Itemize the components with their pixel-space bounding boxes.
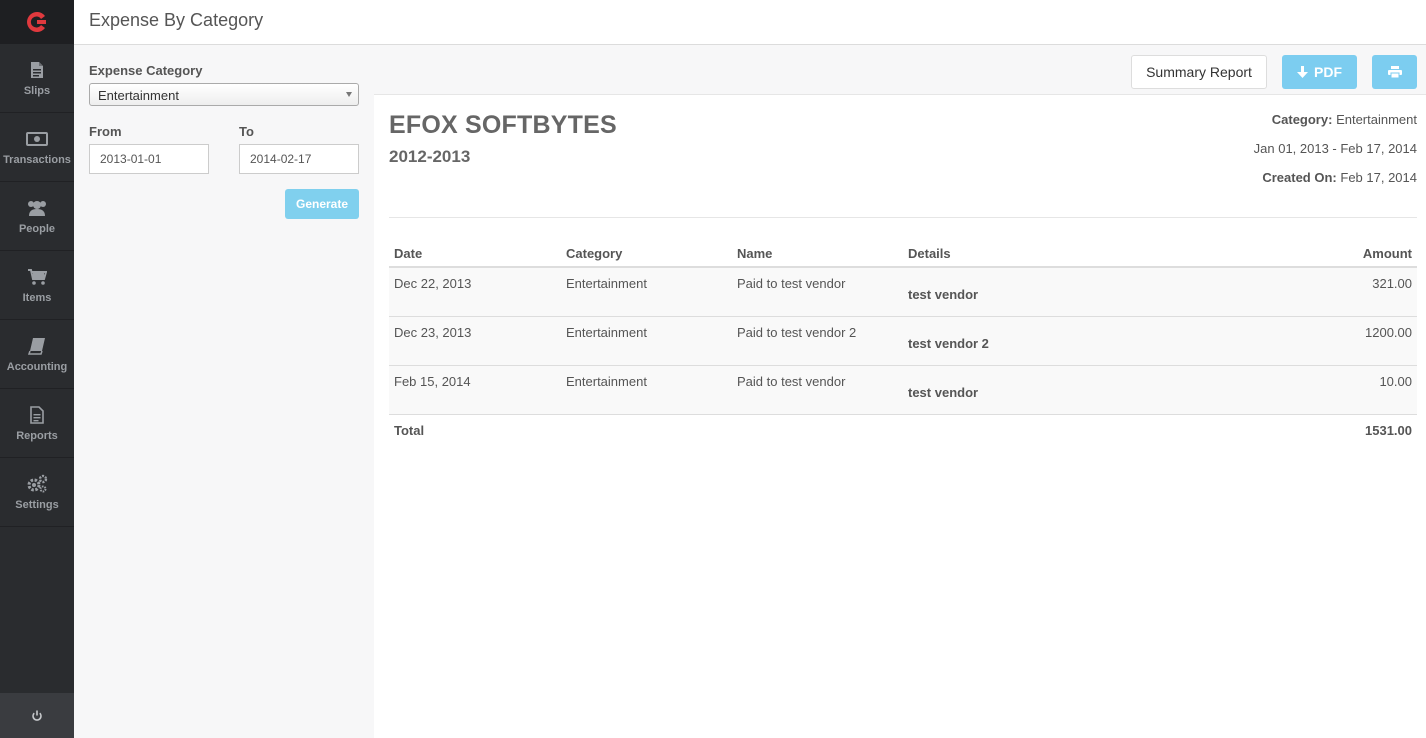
page-header: Expense By Category	[74, 0, 1426, 45]
empty-cell	[732, 414, 903, 444]
cell-category: Entertainment	[561, 316, 732, 366]
generate-button[interactable]: Generate	[285, 189, 359, 219]
report-body: EFOX SOFTBYTES 2012-2013 Category: Enter…	[374, 95, 1426, 738]
cell-name: Paid to test vendor	[732, 267, 903, 317]
cell-details: test vendor	[903, 267, 1203, 317]
sidebar-item-transactions[interactable]: Transactions	[0, 113, 74, 182]
download-arrow-icon	[1297, 66, 1308, 78]
pdf-label: PDF	[1314, 64, 1342, 80]
cell-name: Paid to test vendor	[732, 365, 903, 415]
logo-icon	[27, 12, 46, 32]
total-amount: 1531.00	[1203, 414, 1417, 444]
sidebar-item-accounting[interactable]: Accounting	[0, 320, 74, 389]
expense-category-label: Expense Category	[89, 63, 203, 78]
sidebar-item-label: Accounting	[6, 360, 68, 373]
divider	[389, 217, 1417, 218]
cell-date: Dec 22, 2013	[389, 267, 561, 317]
table-row: Feb 15, 2014 Entertainment Paid to test …	[389, 365, 1417, 415]
to-label: To	[239, 124, 254, 139]
sidebar-item-items[interactable]: Items	[0, 251, 74, 320]
slips-icon	[26, 60, 48, 80]
print-button[interactable]	[1372, 55, 1417, 89]
from-date-input[interactable]: 2013-01-01	[89, 144, 209, 174]
expense-table: Date Category Name Details Amount Dec 22…	[389, 240, 1417, 444]
empty-cell	[903, 414, 1203, 444]
summary-report-button[interactable]: Summary Report	[1131, 55, 1267, 89]
from-label: From	[89, 124, 122, 139]
page-title: Expense By Category	[89, 10, 264, 30]
sidebar-item-label: Items	[22, 291, 52, 304]
power-icon	[32, 710, 42, 721]
book-icon	[26, 336, 48, 356]
empty-cell	[561, 414, 732, 444]
vendor-name: test vendor	[908, 384, 979, 400]
cell-amount: 321.00	[1203, 267, 1417, 317]
app-logo[interactable]	[0, 0, 74, 44]
sidebar: Slips Transactions People Items Accounti…	[0, 0, 74, 738]
pdf-button[interactable]: PDF	[1282, 55, 1357, 89]
cell-amount: 10.00	[1203, 365, 1417, 415]
company-name: EFOX SOFTBYTES	[389, 111, 617, 139]
sidebar-item-slips[interactable]: Slips	[0, 44, 74, 113]
sidebar-item-label: Reports	[16, 429, 58, 442]
table-header-row: Date Category Name Details Amount	[389, 240, 1417, 268]
total-label: Total	[389, 414, 561, 444]
gears-icon	[26, 474, 48, 494]
sidebar-item-label: Transactions	[3, 153, 71, 166]
money-icon	[26, 129, 48, 149]
cell-date: Dec 23, 2013	[389, 316, 561, 366]
sidebar-item-reports[interactable]: Reports	[0, 389, 74, 458]
logout-button[interactable]	[0, 693, 74, 738]
sidebar-item-settings[interactable]: Settings	[0, 458, 74, 527]
print-icon	[1387, 66, 1402, 78]
vendor-name: test vendor	[908, 287, 979, 302]
column-header-amount: Amount	[1203, 240, 1417, 268]
column-header-details: Details	[903, 240, 1203, 268]
cart-icon	[26, 267, 48, 287]
column-header-name: Name	[732, 240, 903, 268]
filter-panel: Expense Category Entertainment From 2013…	[74, 45, 374, 738]
cell-amount: 1200.00	[1203, 316, 1417, 366]
people-icon	[26, 198, 48, 218]
expense-category-select[interactable]: Entertainment	[89, 83, 359, 106]
report-date-range: Jan 01, 2013 - Feb 17, 2014	[1253, 141, 1417, 156]
sidebar-item-people[interactable]: People	[0, 182, 74, 251]
dropdown-arrow-icon	[346, 92, 352, 97]
column-header-date: Date	[389, 240, 561, 268]
report-created-meta: Created On: Feb 17, 2014	[1262, 170, 1417, 185]
sidebar-item-label: Slips	[23, 84, 51, 97]
created-value: Feb 17, 2014	[1340, 170, 1417, 185]
created-key: Created On:	[1262, 170, 1337, 185]
report-toolbar: Summary Report PDF	[374, 45, 1426, 95]
to-date-input[interactable]: 2014-02-17	[239, 144, 359, 174]
cell-details: test vendor	[903, 365, 1203, 415]
report-category-meta: Category: Entertainment	[1272, 112, 1417, 127]
column-header-category: Category	[561, 240, 732, 268]
table-row: Dec 22, 2013 Entertainment Paid to test …	[389, 267, 1417, 317]
selected-category: Entertainment	[98, 88, 179, 103]
cell-category: Entertainment	[561, 267, 732, 317]
table-row: Dec 23, 2013 Entertainment Paid to test …	[389, 316, 1417, 366]
sidebar-item-label: People	[18, 222, 56, 235]
total-row: Total 1531.00	[389, 414, 1417, 444]
cell-details: test vendor 2	[903, 316, 1203, 366]
category-value: Entertainment	[1336, 112, 1417, 127]
cell-name: Paid to test vendor 2	[732, 316, 903, 366]
sidebar-item-label: Settings	[15, 498, 59, 511]
vendor-name: test vendor 2	[908, 335, 989, 351]
report-icon	[26, 405, 48, 425]
category-key: Category:	[1271, 112, 1333, 127]
fiscal-period: 2012-2013	[389, 147, 471, 166]
cell-date: Feb 15, 2014	[389, 365, 561, 415]
cell-category: Entertainment	[561, 365, 732, 415]
